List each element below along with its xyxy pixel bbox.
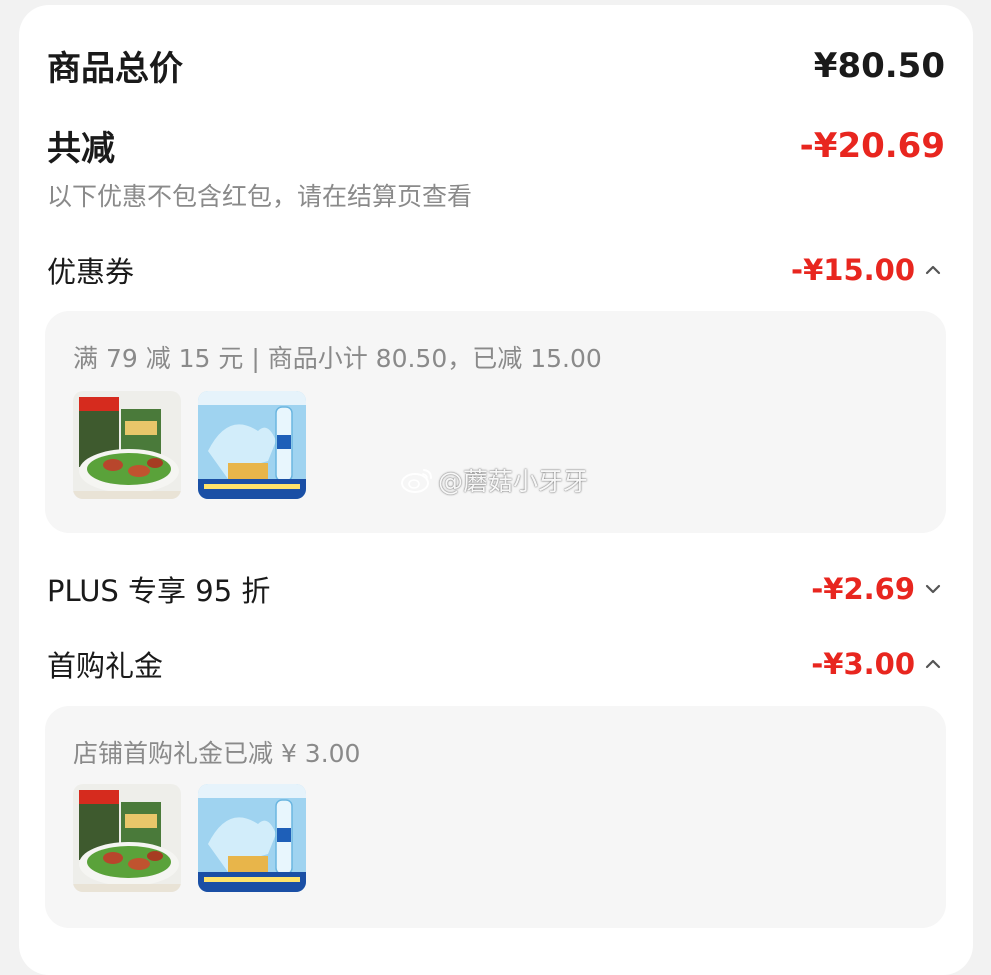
first-purchase-detail-panel: 店铺首购礼金已减 ¥ 3.00 bbox=[45, 706, 946, 928]
weibo-icon bbox=[400, 466, 434, 494]
plus-discount-label: PLUS 专享 95 折 bbox=[47, 574, 271, 608]
total-price-label: 商品总价 bbox=[47, 49, 183, 89]
total-price-row: 商品总价 ¥80.50 bbox=[47, 41, 945, 90]
coupon-detail-text: 满 79 减 15 元 | 商品小计 80.50，已减 15.00 bbox=[73, 344, 602, 373]
total-discount-label: 共减 bbox=[47, 129, 115, 169]
plus-discount-amount: -¥2.69 bbox=[811, 572, 945, 606]
first-purchase-label: 首购礼金 bbox=[47, 649, 164, 683]
first-purchase-value: -¥3.00 bbox=[811, 647, 915, 681]
coupon-value: -¥15.00 bbox=[791, 253, 915, 287]
discount-note: 以下优惠不包含红包，请在结算页查看 bbox=[47, 182, 473, 211]
chevron-down-icon[interactable] bbox=[921, 577, 945, 601]
watermark-text: @蘑菇小牙牙 bbox=[438, 467, 589, 496]
coupon-detail-panel: 满 79 减 15 元 | 商品小计 80.50，已减 15.00 bbox=[45, 311, 946, 533]
product-thumb-seasoning[interactable] bbox=[73, 784, 181, 892]
first-purchase-detail-text: 店铺首购礼金已减 ¥ 3.00 bbox=[73, 739, 361, 768]
coupon-row[interactable]: 优惠券 -¥15.00 bbox=[47, 249, 945, 291]
product-thumb-water[interactable] bbox=[198, 784, 306, 892]
first-purchase-amount: -¥3.00 bbox=[811, 647, 945, 681]
chevron-up-icon[interactable] bbox=[921, 258, 945, 282]
total-discount-value: -¥20.69 bbox=[799, 125, 945, 166]
coupon-label: 优惠券 bbox=[47, 255, 135, 289]
watermark: @蘑菇小牙牙 bbox=[400, 462, 588, 498]
plus-discount-value: -¥2.69 bbox=[811, 572, 915, 606]
first-purchase-row[interactable]: 首购礼金 -¥3.00 bbox=[47, 643, 945, 685]
product-thumb-seasoning[interactable] bbox=[73, 391, 181, 499]
product-thumb-water[interactable] bbox=[198, 391, 306, 499]
total-discount-row: 共减 -¥20.69 bbox=[47, 121, 945, 170]
total-price-value: ¥80.50 bbox=[813, 45, 945, 86]
chevron-up-icon[interactable] bbox=[921, 652, 945, 676]
coupon-amount: -¥15.00 bbox=[791, 253, 945, 287]
plus-discount-row[interactable]: PLUS 专享 95 折 -¥2.69 bbox=[47, 568, 945, 610]
